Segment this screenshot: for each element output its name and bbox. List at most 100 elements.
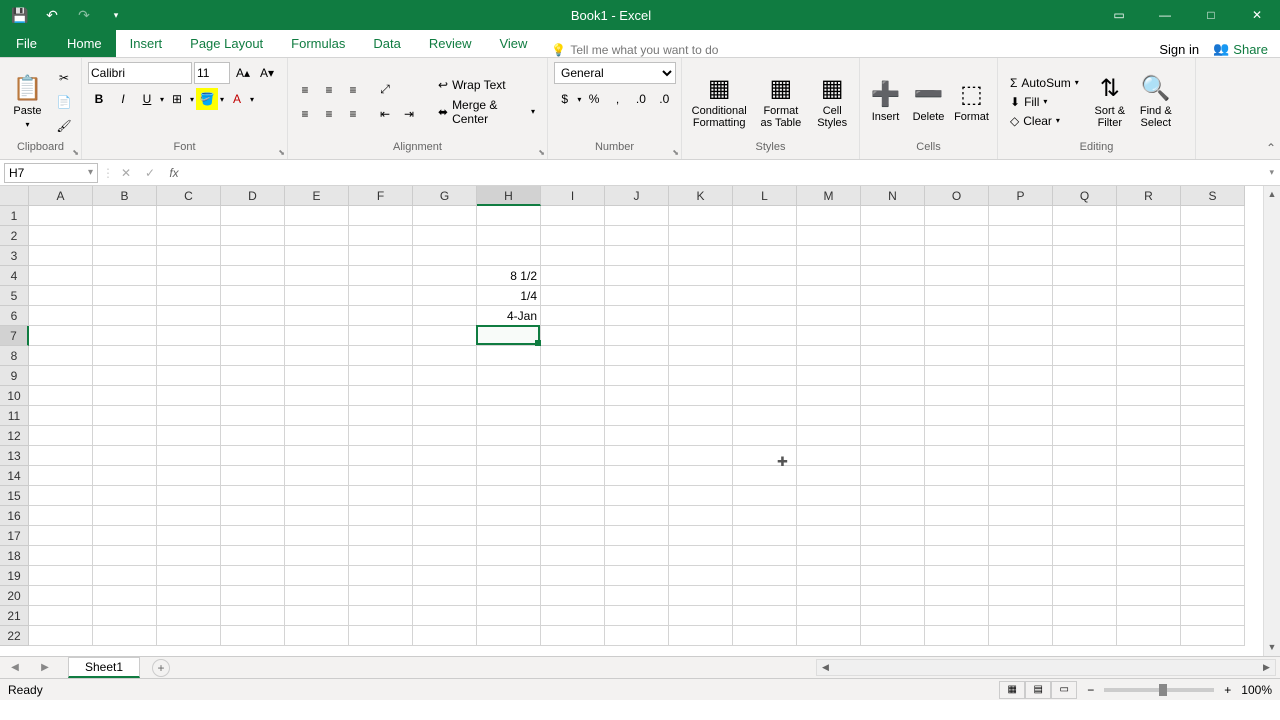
- cell-D10[interactable]: [221, 386, 285, 406]
- cell-N10[interactable]: [861, 386, 925, 406]
- sheet-nav-prev-icon[interactable]: ◀: [11, 662, 19, 673]
- cell-R8[interactable]: [1117, 346, 1181, 366]
- cell-C3[interactable]: [157, 246, 221, 266]
- cell-N15[interactable]: [861, 486, 925, 506]
- cell-K10[interactable]: [669, 386, 733, 406]
- cell-O6[interactable]: [925, 306, 989, 326]
- cell-G9[interactable]: [413, 366, 477, 386]
- row-headers[interactable]: 12345678910111213141516171819202122: [0, 206, 29, 656]
- tab-formulas[interactable]: Formulas: [277, 30, 359, 57]
- cell-I8[interactable]: [541, 346, 605, 366]
- cell-N9[interactable]: [861, 366, 925, 386]
- cell-E18[interactable]: [285, 546, 349, 566]
- cell-S19[interactable]: [1181, 566, 1245, 586]
- cell-B6[interactable]: [93, 306, 157, 326]
- cell-P9[interactable]: [989, 366, 1053, 386]
- cell-M6[interactable]: [797, 306, 861, 326]
- decrease-indent-icon[interactable]: ⇤: [374, 103, 396, 125]
- cell-J3[interactable]: [605, 246, 669, 266]
- cell-G10[interactable]: [413, 386, 477, 406]
- cell-A13[interactable]: [29, 446, 93, 466]
- cell-K8[interactable]: [669, 346, 733, 366]
- row-header-2[interactable]: 2: [0, 226, 29, 246]
- cell-B21[interactable]: [93, 606, 157, 626]
- underline-button[interactable]: U: [136, 88, 158, 110]
- cell-D2[interactable]: [221, 226, 285, 246]
- cell-C5[interactable]: [157, 286, 221, 306]
- cell-N3[interactable]: [861, 246, 925, 266]
- cell-Q17[interactable]: [1053, 526, 1117, 546]
- cell-I7[interactable]: [541, 326, 605, 346]
- cell-E13[interactable]: [285, 446, 349, 466]
- cell-E16[interactable]: [285, 506, 349, 526]
- cell-F11[interactable]: [349, 406, 413, 426]
- cell-C16[interactable]: [157, 506, 221, 526]
- cell-S3[interactable]: [1181, 246, 1245, 266]
- col-header-G[interactable]: G: [413, 186, 477, 206]
- page-layout-view-icon[interactable]: ▤: [1025, 681, 1051, 699]
- cell-F13[interactable]: [349, 446, 413, 466]
- cell-M2[interactable]: [797, 226, 861, 246]
- cell-J8[interactable]: [605, 346, 669, 366]
- cell-P16[interactable]: [989, 506, 1053, 526]
- col-header-D[interactable]: D: [221, 186, 285, 206]
- cut-icon[interactable]: ✂: [53, 67, 75, 89]
- cell-Q12[interactable]: [1053, 426, 1117, 446]
- cell-F18[interactable]: [349, 546, 413, 566]
- cell-K19[interactable]: [669, 566, 733, 586]
- cell-R18[interactable]: [1117, 546, 1181, 566]
- cell-H3[interactable]: [477, 246, 541, 266]
- cell-O9[interactable]: [925, 366, 989, 386]
- cell-M18[interactable]: [797, 546, 861, 566]
- cell-D4[interactable]: [221, 266, 285, 286]
- cell-F8[interactable]: [349, 346, 413, 366]
- cell-P5[interactable]: [989, 286, 1053, 306]
- cell-N8[interactable]: [861, 346, 925, 366]
- cell-K5[interactable]: [669, 286, 733, 306]
- cell-O3[interactable]: [925, 246, 989, 266]
- column-headers[interactable]: ABCDEFGHIJKLMNOPQRS: [29, 186, 1263, 206]
- cell-S5[interactable]: [1181, 286, 1245, 306]
- cell-Q10[interactable]: [1053, 386, 1117, 406]
- cell-E19[interactable]: [285, 566, 349, 586]
- cell-A17[interactable]: [29, 526, 93, 546]
- cell-H5[interactable]: 1/4: [477, 286, 541, 306]
- cell-C9[interactable]: [157, 366, 221, 386]
- cell-I15[interactable]: [541, 486, 605, 506]
- cell-D15[interactable]: [221, 486, 285, 506]
- col-header-J[interactable]: J: [605, 186, 669, 206]
- col-header-P[interactable]: P: [989, 186, 1053, 206]
- zoom-level[interactable]: 100%: [1241, 683, 1272, 697]
- cell-J1[interactable]: [605, 206, 669, 226]
- cell-K17[interactable]: [669, 526, 733, 546]
- cell-R10[interactable]: [1117, 386, 1181, 406]
- cell-I21[interactable]: [541, 606, 605, 626]
- cell-N11[interactable]: [861, 406, 925, 426]
- cell-R5[interactable]: [1117, 286, 1181, 306]
- cell-S7[interactable]: [1181, 326, 1245, 346]
- cell-G16[interactable]: [413, 506, 477, 526]
- cell-B5[interactable]: [93, 286, 157, 306]
- cell-F5[interactable]: [349, 286, 413, 306]
- maximize-icon[interactable]: □: [1188, 0, 1234, 30]
- fill-color-icon[interactable]: 🪣: [196, 88, 218, 110]
- cell-F9[interactable]: [349, 366, 413, 386]
- fill-button[interactable]: ⬇Fill▾: [1004, 93, 1085, 111]
- scroll-right-icon[interactable]: ▶: [1258, 662, 1275, 673]
- row-header-3[interactable]: 3: [0, 246, 29, 266]
- col-header-S[interactable]: S: [1181, 186, 1245, 206]
- cell-Q16[interactable]: [1053, 506, 1117, 526]
- tab-view[interactable]: View: [485, 30, 541, 57]
- sort-filter-button[interactable]: ⇅ Sort & Filter: [1089, 72, 1131, 131]
- cell-Q3[interactable]: [1053, 246, 1117, 266]
- cell-C14[interactable]: [157, 466, 221, 486]
- cell-K11[interactable]: [669, 406, 733, 426]
- cell-G7[interactable]: [413, 326, 477, 346]
- autosum-button[interactable]: ΣAutoSum▾: [1004, 74, 1085, 92]
- cell-M21[interactable]: [797, 606, 861, 626]
- cell-B11[interactable]: [93, 406, 157, 426]
- cell-E14[interactable]: [285, 466, 349, 486]
- cell-L18[interactable]: [733, 546, 797, 566]
- cell-N4[interactable]: [861, 266, 925, 286]
- font-color-icon[interactable]: A: [226, 88, 248, 110]
